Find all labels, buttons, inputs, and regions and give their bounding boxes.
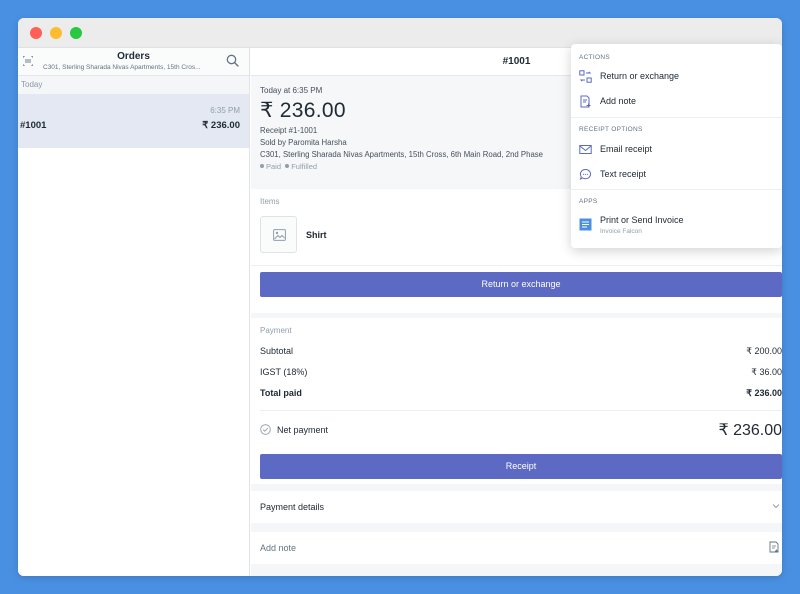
item-thumbnail <box>260 216 297 253</box>
envelope-icon <box>579 145 592 154</box>
order-list-item[interactable]: 6:35 PM #1001 ₹ 236.00 <box>18 94 249 148</box>
total-paid-value: ₹ 236.00 <box>746 388 782 398</box>
order-amount: ₹ 236.00 <box>202 120 240 131</box>
exchange-icon <box>579 70 592 83</box>
status-fulfilled-badge: Fulfilled <box>291 162 318 171</box>
image-placeholder-icon <box>273 229 286 241</box>
tax-label: IGST (18%) <box>260 367 308 377</box>
payment-label: Payment <box>260 326 292 335</box>
subtotal-label: Subtotal <box>260 346 294 356</box>
actions-heading: Actions <box>579 54 610 61</box>
subtotal-row: Subtotal ₹ 200.00 <box>260 346 782 358</box>
menu-item-add-note[interactable]: Add note <box>571 91 782 113</box>
orders-sidebar: Orders C301, Sterling Sharada Nivas Apar… <box>18 48 250 576</box>
minimize-window-button[interactable] <box>50 27 62 39</box>
menu-item-return-exchange[interactable]: Return or exchange <box>571 66 782 88</box>
order-time: 6:35 PM <box>210 106 240 115</box>
menu-item-sublabel: Invoice Falcon <box>600 228 642 235</box>
status-paid-badge: Paid <box>266 162 282 171</box>
add-note-row[interactable]: Add note <box>251 532 782 564</box>
apps-heading: Apps <box>579 198 598 205</box>
section-header-today: Today <box>18 76 249 94</box>
menu-item-text-receipt[interactable]: Text receipt <box>571 164 782 186</box>
order-actions-popover: Actions Return or exchange Add note Rece… <box>571 44 782 248</box>
menu-item-label: Email receipt <box>600 144 653 154</box>
menu-item-print-invoice[interactable]: Print or Send Invoice Invoice Falcon <box>571 212 782 242</box>
net-payment-value: ₹ 236.00 <box>718 422 782 439</box>
tax-value: ₹ 36.00 <box>751 367 782 377</box>
payment-details-row[interactable]: Payment details <box>251 491 782 523</box>
item-name: Shirt <box>306 230 327 240</box>
maximize-window-button[interactable] <box>70 27 82 39</box>
add-note-icon <box>580 95 591 108</box>
divider <box>251 265 782 266</box>
subtotal-value: ₹ 200.00 <box>746 346 782 356</box>
payment-section: Payment Subtotal ₹ 200.00 IGST (18%) ₹ 3… <box>251 318 782 484</box>
receipt-options-heading: Receipt options <box>579 126 643 133</box>
close-window-button[interactable] <box>30 27 42 39</box>
menu-item-email-receipt[interactable]: Email receipt <box>571 139 782 161</box>
menu-item-label: Return or exchange <box>600 71 680 81</box>
sidebar-title: Orders <box>117 51 150 62</box>
return-exchange-button[interactable]: Return or exchange <box>260 272 782 297</box>
net-payment-label: Net payment <box>277 425 329 435</box>
chat-bubble-icon <box>579 168 591 180</box>
total-paid-row: Total paid ₹ 236.00 <box>260 388 782 400</box>
location-subtitle: C301, Sterling Sharada Nivas Apartments,… <box>43 64 201 71</box>
invoice-app-icon <box>579 218 592 231</box>
menu-item-label: Text receipt <box>600 169 647 179</box>
total-paid-label: Total paid <box>260 388 302 398</box>
checkmark-circle-icon <box>260 424 271 435</box>
menu-item-label: Print or Send Invoice <box>600 215 684 225</box>
tax-row: IGST (18%) ₹ 36.00 <box>260 367 782 379</box>
add-note-label: Add note <box>260 543 297 553</box>
search-icon[interactable] <box>226 54 239 67</box>
order-id: #1001 <box>20 120 47 131</box>
receipt-button[interactable]: Receipt <box>260 454 782 479</box>
divider <box>260 410 782 411</box>
payment-details-label: Payment details <box>260 502 325 512</box>
net-payment-row: Net payment ₹ 236.00 <box>260 420 782 440</box>
chevron-down-icon <box>772 504 780 509</box>
menu-item-label: Add note <box>600 96 637 106</box>
add-note-icon[interactable] <box>768 541 780 553</box>
app-window: Orders C301, Sterling Sharada Nivas Apar… <box>18 18 782 576</box>
divider <box>571 117 782 118</box>
divider <box>571 189 782 190</box>
sidebar-header: Orders C301, Sterling Sharada Nivas Apar… <box>18 48 249 76</box>
